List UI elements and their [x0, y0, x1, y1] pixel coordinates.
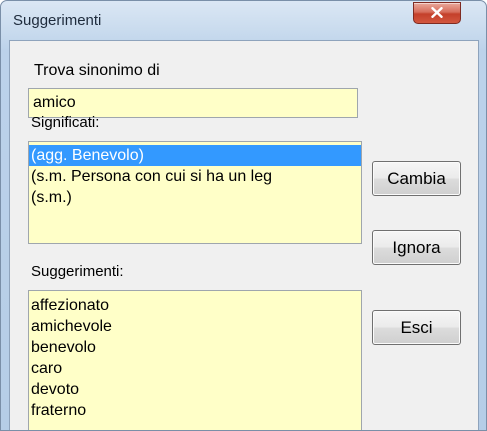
suggestions-label: Suggerimenti:: [31, 263, 124, 280]
list-item[interactable]: affezionato: [29, 295, 361, 316]
list-item[interactable]: (agg. Benevolo): [29, 145, 361, 166]
title-bar[interactable]: Suggerimenti: [1, 1, 486, 35]
ignore-button[interactable]: Ignora: [372, 230, 461, 265]
list-item[interactable]: devoto: [29, 379, 361, 400]
list-item[interactable]: amichevole: [29, 316, 361, 337]
list-item[interactable]: caro: [29, 358, 361, 379]
change-button[interactable]: Cambia: [372, 161, 461, 196]
close-button[interactable]: [413, 2, 461, 24]
suggestions-list[interactable]: affezionato amichevole benevolo caro devoto f…: [28, 290, 362, 430]
window-title: Suggerimenti: [13, 12, 102, 29]
meanings-label: Significati:: [31, 114, 100, 131]
list-item[interactable]: (s.m. Persona con cui si ha un leg: [29, 166, 361, 187]
list-item[interactable]: benevolo: [29, 337, 361, 358]
find-synonym-label: Trova sinonimo di: [34, 62, 160, 79]
list-item[interactable]: fraterno: [29, 400, 361, 421]
exit-button[interactable]: Esci: [372, 310, 461, 345]
meanings-list[interactable]: (agg. Benevolo) (s.m. Persona con cui si …: [28, 141, 362, 244]
dialog-body: Trova sinonimo di amico Significati: (ag…: [9, 40, 479, 430]
find-synonym-value: amico: [33, 94, 76, 111]
close-x-icon: [431, 7, 443, 18]
list-item[interactable]: (s.m.): [29, 187, 361, 208]
suggestions-dialog: Suggerimenti Trova sinonimo di amico Sig…: [0, 0, 487, 431]
